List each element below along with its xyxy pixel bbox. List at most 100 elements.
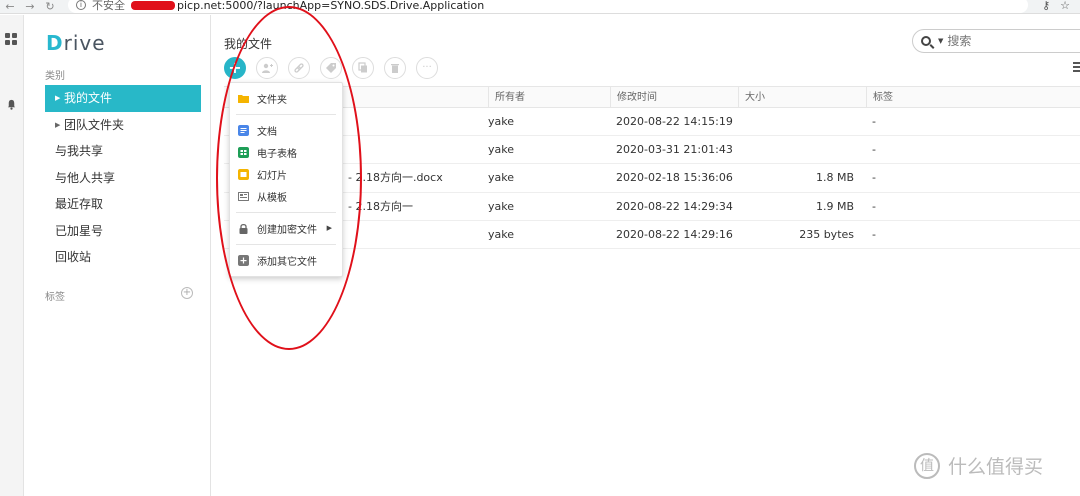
tag-cell: - [872,227,876,241]
sheet-icon [238,146,249,158]
size-cell [744,136,854,164]
owner-cell: yake [488,171,514,185]
sidebar-item-label: 回收站 [55,250,92,264]
doc-icon [238,124,249,136]
table-header: 所有者 修改时间 大小 标签 [224,86,1080,108]
menu-item-create-encrypted[interactable]: 创建加密文件 ▶ [230,217,342,239]
menu-item-label: 创建加密文件 [257,224,317,236]
copy-button[interactable] [352,57,374,79]
sidebar-item-my-files[interactable]: ▶ 我的文件 [45,85,201,112]
size-cell [744,108,854,136]
create-button[interactable]: + [224,57,246,79]
file-name: - 2.18方向一 [348,199,413,213]
sidebar-item-label: 团队文件夹 [64,117,125,132]
sidebar-item-recycle-bin[interactable]: 回收站 [45,244,201,271]
menu-item-from-template[interactable]: 从模板 [230,185,342,207]
menu-item-folder[interactable]: 文件夹 [230,87,342,109]
column-owner[interactable]: 所有者 [488,87,610,108]
tag-cell: - [872,171,876,185]
owner-cell: yake [488,199,514,213]
owner-cell: yake [488,143,514,157]
key-icon[interactable]: ⚷ [1042,0,1050,12]
sidebar-item-label: 我的文件 [64,91,113,105]
menu-item-label: 幻灯片 [257,170,287,182]
menu-divider [236,212,336,213]
search-input[interactable] [947,34,1068,48]
forward-icon[interactable]: → [20,0,40,13]
menu-item-spreadsheet[interactable]: 电子表格 [230,141,342,163]
menu-item-add-other-file[interactable]: 添加其它文件 [230,249,342,271]
page-title: 我的文件 [224,37,273,51]
owner-cell: yake [488,115,514,128]
table-row[interactable]: - 2.18方向一 yake 2020-08-22 14:29:34 1.9 M… [224,193,1080,221]
watermark: 值 什么值得买 [914,452,1043,479]
link-button[interactable] [288,57,310,79]
list-view-icon[interactable] [1073,62,1080,72]
menu-item-slides[interactable]: 幻灯片 [230,163,342,185]
star-icon[interactable]: ☆ [1060,0,1070,12]
lock-icon [239,223,248,234]
tag-icon [326,63,336,73]
modified-cell: 2020-02-18 15:36:06 [616,171,733,185]
sidebar-item-shared-with-me[interactable]: 与我共享 [45,138,201,165]
menu-item-label: 添加其它文件 [257,256,317,268]
modified-cell: 2020-08-22 14:29:34 [616,199,733,213]
file-name: - 2.18方向一.docx [348,171,443,185]
drive-logo: Drive [46,31,106,55]
table-row[interactable]: - 2.18方向一.docx yake 2020-02-18 15:36:06 … [224,164,1080,193]
category-heading: 类别 [45,71,65,82]
reload-icon[interactable]: ↻ [40,0,60,13]
menu-item-document[interactable]: 文档 [230,119,342,141]
caret-right-icon: ▶ [55,120,61,129]
menu-item-label: 文档 [257,126,277,138]
tag-button[interactable] [320,57,342,79]
add-user-icon [262,63,273,73]
add-tag-icon[interactable]: + [181,287,193,299]
submenu-arrow-icon: ▶ [326,224,332,232]
sidebar-item-label: 最近存取 [55,197,104,211]
sidebar-item-recent[interactable]: 最近存取 [45,191,201,218]
sidebar-item-team-folders[interactable]: ▶ 团队文件夹 [45,112,201,139]
folder-icon [238,94,249,103]
table-row[interactable]: yake 2020-03-31 21:01:43 - [224,136,1080,165]
delete-button[interactable] [384,57,406,79]
template-icon [238,191,249,201]
size-cell: 1.9 MB [815,199,854,213]
menu-item-label: 从模板 [257,192,287,204]
bell-icon[interactable] [6,99,17,110]
column-modified[interactable]: 修改时间 [610,87,738,108]
sidebar-item-label: 与他人共享 [55,170,116,185]
address-bar[interactable]: i 不安全 picp.net:5000/?launchApp=SYNO.SDS.… [68,0,1028,13]
menu-item-label: 电子表格 [257,148,297,160]
size-cell: 1.8 MB [815,171,854,185]
sidebar-item-shared-with-others[interactable]: 与他人共享 [45,165,201,192]
link-icon [294,63,304,73]
copy-icon [358,62,367,73]
share-user-button[interactable] [256,57,278,79]
menu-divider [236,244,336,245]
more-button[interactable]: ··· [416,57,438,79]
app-rail [0,15,24,496]
back-icon[interactable]: ← [0,0,20,13]
sidebar: Drive 类别 ▶ 我的文件 ▶ 团队文件夹 与我共享 与他人共享 最近存取 … [33,15,211,496]
search-icon [921,36,931,46]
redaction-mark [131,0,175,10]
watermark-text: 什么值得买 [948,456,1044,478]
toolbar: + ··· [224,57,438,79]
modified-cell: 2020-03-31 21:01:43 [616,143,733,157]
table-row[interactable]: yake 2020-08-22 14:15:19 - [224,108,1080,137]
sidebar-item-starred[interactable]: 已加星号 [45,218,201,245]
column-tags[interactable]: 标签 [866,87,1080,108]
more-dots-icon: ··· [422,62,432,73]
chevron-down-icon[interactable]: ▼ [938,37,943,45]
watermark-logo-icon: 值 [914,452,940,479]
menu-divider [236,114,336,115]
info-icon[interactable]: i [76,0,86,10]
tag-cell: - [872,115,876,128]
table-row[interactable]: yake 2020-08-22 14:29:16 235 bytes - [224,221,1080,249]
apps-grid-icon[interactable] [5,33,19,47]
slides-icon [238,168,249,180]
search-box[interactable]: ▼ [912,29,1080,53]
column-size[interactable]: 大小 [738,87,866,108]
tag-cell: - [872,199,876,213]
